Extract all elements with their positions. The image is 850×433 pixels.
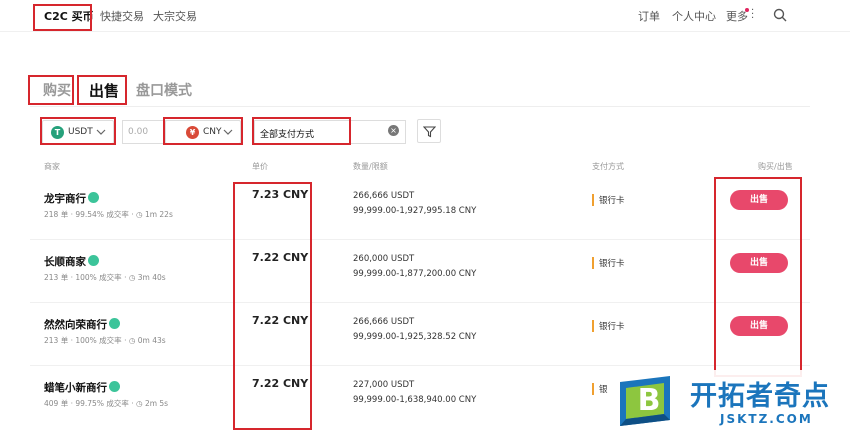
table-row: 长顺商家 213 单 · 100% 成交率 · ◷ 3m 40s 7.22 CN… — [30, 240, 810, 302]
merchant-stats: 409 单 · 99.75% 成交率 · ◷ 2m 5s — [44, 399, 169, 408]
chevron-down-icon — [223, 129, 233, 135]
unit-price: 7.22 CNY — [252, 314, 309, 327]
merchant-stats: 213 单 · 100% 成交率 · ◷ 0m 43s — [44, 336, 166, 345]
nav-bulk-trade[interactable]: 大宗交易 — [153, 8, 197, 24]
payment-method: 银行卡 — [592, 194, 625, 206]
quantity: 260,000 USDT — [353, 254, 415, 264]
unit-price: 7.23 CNY — [252, 188, 309, 201]
top-nav: C2C 买币 快捷交易 大宗交易 订单 个人中心 更多 · · · — [0, 0, 850, 32]
merchant-name[interactable]: 蜡笔小新商行 — [44, 380, 120, 395]
clear-icon[interactable]: × — [388, 125, 399, 136]
col-quantity-limit: 数量/限额 — [353, 162, 388, 171]
site-watermark: B 开拓者奇点 JSKTZ.COM — [608, 370, 848, 433]
watermark-title: 开拓者奇点 — [690, 381, 830, 412]
search-icon[interactable] — [773, 8, 787, 22]
coin-select[interactable]: T USDT — [42, 120, 114, 144]
nav-user-center[interactable]: 个人中心 — [672, 8, 716, 24]
payment-method: 银行卡 — [592, 320, 625, 332]
verified-badge-icon — [88, 255, 99, 266]
tabs-divider — [30, 106, 810, 107]
merchant-stats: 218 单 · 99.54% 成交率 · ◷ 1m 22s — [44, 210, 173, 219]
filter-funnel-icon — [423, 126, 436, 138]
nav-orders[interactable]: 订单 — [638, 8, 660, 24]
table-row: 然然向荣商行 213 单 · 100% 成交率 · ◷ 0m 43s 7.22 … — [30, 303, 810, 365]
payment-method: 银 — [592, 383, 608, 395]
payment-method-select[interactable]: 全部支付方式 — [254, 120, 406, 144]
tab-sell[interactable]: 出售 — [89, 80, 119, 101]
tab-buy[interactable]: 购买 — [43, 80, 71, 100]
merchant-stats: 213 单 · 100% 成交率 · ◷ 3m 40s — [44, 273, 166, 282]
coin-select-value: USDT — [68, 127, 93, 137]
notification-dot — [745, 8, 749, 12]
currency-select-value: CNY — [203, 127, 222, 137]
sell-button[interactable]: 出售 — [730, 253, 788, 273]
verified-badge-icon — [88, 192, 99, 203]
unit-price: 7.22 CNY — [252, 251, 309, 264]
quantity: 266,666 USDT — [353, 317, 415, 327]
amount-input[interactable]: 0.00 — [122, 120, 167, 144]
chevron-down-icon — [96, 129, 106, 135]
merchant-name[interactable]: 龙宇商行 — [44, 191, 99, 206]
sell-button[interactable]: 出售 — [730, 190, 788, 210]
quantity: 266,666 USDT — [353, 191, 415, 201]
nav-quick-trade[interactable]: 快捷交易 — [100, 8, 144, 24]
merchant-name[interactable]: 然然向荣商行 — [44, 317, 120, 332]
limit-range: 99,999.00-1,927,995.18 CNY — [353, 206, 477, 216]
col-price: 单价 — [252, 162, 268, 171]
cny-currency-icon: ¥ — [186, 126, 199, 139]
unit-price: 7.22 CNY — [252, 377, 309, 390]
limit-range: 99,999.00-1,877,200.00 CNY — [353, 269, 477, 279]
verified-badge-icon — [109, 318, 120, 329]
tab-orderbook-mode[interactable]: 盘口模式 — [136, 80, 192, 100]
filter-button[interactable] — [417, 119, 441, 143]
merchant-name[interactable]: 长顺商家 — [44, 254, 99, 269]
col-payment: 支付方式 — [592, 162, 624, 171]
limit-range: 99,999.00-1,925,328.52 CNY — [353, 332, 477, 342]
currency-select[interactable]: ¥ CNY — [165, 120, 241, 144]
table-row: 龙宇商行 218 单 · 99.54% 成交率 · ◷ 1m 22s 7.23 … — [30, 177, 810, 239]
quantity: 227,000 USDT — [353, 380, 415, 390]
watermark-logo-letter: B — [637, 383, 661, 418]
nav-c2c-buy[interactable]: C2C 买币 — [44, 8, 94, 24]
payment-method: 银行卡 — [592, 257, 625, 269]
usdt-coin-icon: T — [51, 126, 64, 139]
more-kebab-icon[interactable]: · · · — [751, 6, 754, 24]
limit-range: 99,999.00-1,638,940.00 CNY — [353, 395, 477, 405]
watermark-subtitle: JSKTZ.COM — [720, 412, 813, 426]
sell-button[interactable]: 出售 — [730, 316, 788, 336]
col-action: 购买/出售 — [758, 162, 793, 171]
col-merchant: 商家 — [44, 162, 60, 171]
verified-badge-icon — [109, 381, 120, 392]
